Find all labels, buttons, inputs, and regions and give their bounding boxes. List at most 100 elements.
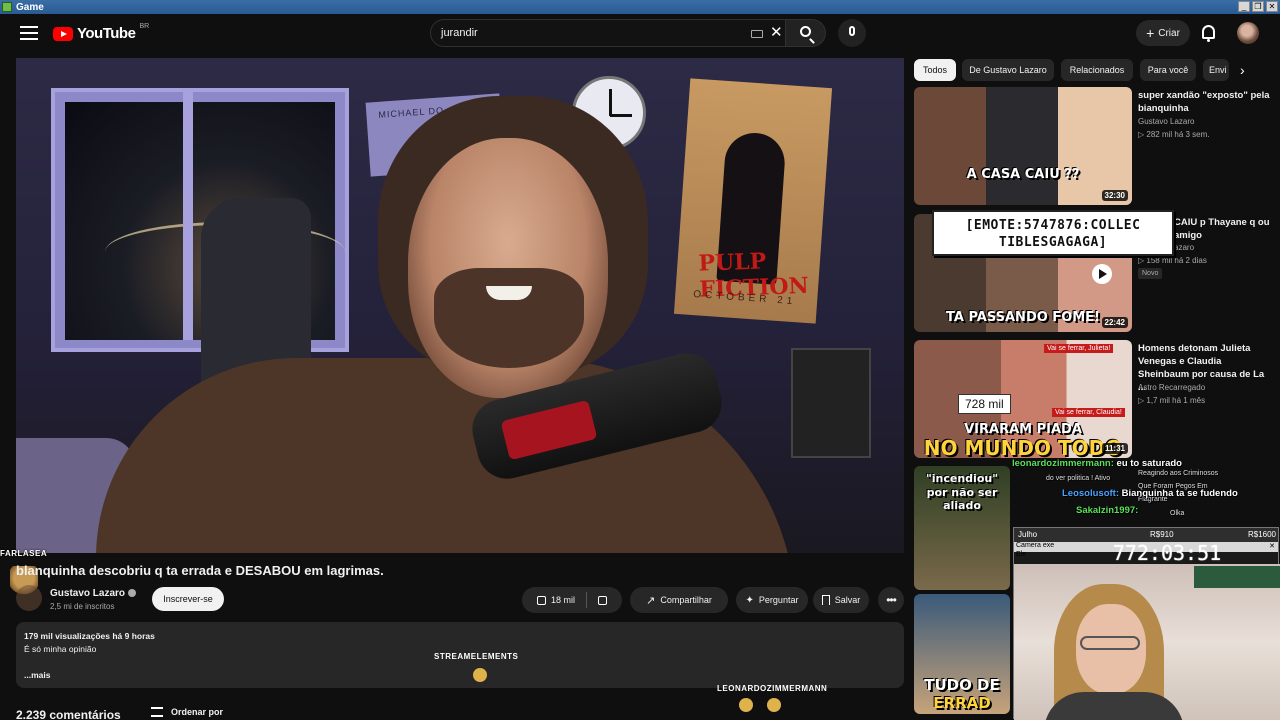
channel-avatar[interactable] — [16, 585, 42, 611]
search-button[interactable] — [786, 19, 826, 47]
like-icon[interactable] — [536, 595, 546, 605]
chat-message: do ver politica ! Ativo — [1046, 475, 1111, 482]
chat-message: Leosolusoft: Bianquinha ta se fudendo — [1062, 488, 1238, 499]
description-text: É só minha opinião — [24, 644, 97, 654]
create-label: Criar — [1158, 27, 1180, 39]
related-thumbnail[interactable]: TUDO DE ERRAD — [914, 594, 1010, 714]
microphone-icon — [849, 26, 855, 36]
streamer-smile — [486, 286, 532, 300]
bookmark-icon — [821, 595, 830, 605]
chip-for-you[interactable]: Para você — [1140, 59, 1196, 81]
youtube-header: YouTube BR jurandir ✕ + Criar — [0, 14, 1280, 54]
chick-emote-icon — [473, 668, 487, 682]
goal-value: R$910 — [1150, 530, 1174, 539]
play-icon — [1092, 264, 1112, 284]
close-window-button[interactable]: ✕ — [1266, 1, 1278, 12]
like-dislike-group: 18 mil — [522, 587, 622, 613]
webcam-overlay: Julho R$910 R$1600 Camera exe Ele ✕ 772:… — [1013, 527, 1280, 720]
dislike-icon[interactable] — [598, 595, 607, 605]
comment-count: 2.239 comentários — [16, 708, 121, 720]
chip-sent[interactable]: Envi — [1203, 59, 1229, 81]
save-button[interactable]: Salvar — [813, 587, 869, 613]
create-button[interactable]: + Criar — [1136, 20, 1190, 46]
os-window-title: Game — [16, 1, 44, 13]
sort-icon[interactable] — [151, 707, 163, 717]
related-video-meta: ▷ 282 mil há 3 sem. — [1138, 130, 1210, 139]
movie-poster: PULP FICTION OCTOBER 21 — [673, 78, 833, 324]
youtube-play-icon — [53, 26, 73, 41]
thumbnail-caption: A CASA CAIU ?? — [966, 167, 1080, 182]
webcam-feed — [1014, 564, 1280, 720]
goal-bar: Julho R$910 R$1600 — [1014, 528, 1278, 542]
video-player[interactable]: MICHAEL DO PULP FICTION OCTOBER 21 — [16, 58, 904, 553]
subscribe-button[interactable]: Inscrever-se — [152, 587, 224, 611]
ask-label: Perguntar — [758, 595, 799, 605]
video-title: blanquinha descobriu q ta errada e DESAB… — [16, 563, 384, 578]
youtube-logo-text: YouTube — [77, 25, 136, 42]
region-label: BR — [139, 23, 150, 30]
minimize-button[interactable]: _ — [1238, 1, 1250, 12]
views-badge: 728 mil — [958, 394, 1011, 414]
related-video-title[interactable]: super xandão "exposto" pela bianquinha — [1138, 89, 1274, 115]
video-duration: 22:42 — [1101, 317, 1128, 328]
goal-label: Julho — [1018, 530, 1038, 539]
glasses — [1080, 636, 1140, 650]
thumbnail-tag: Vai se ferrar, Claudia! — [1052, 408, 1125, 417]
description-more-link[interactable]: ...mais — [24, 670, 50, 680]
related-video-channel[interactable]: Astro Recarregado — [1138, 383, 1205, 392]
save-label: Salvar — [834, 595, 861, 605]
related-video-channel[interactable]: azaro — [1174, 243, 1194, 252]
search-icon — [800, 26, 811, 37]
chat-message: leonardozimmermann: eu to saturado — [1012, 458, 1182, 469]
stream-overlay-name: FARLASEA — [0, 549, 48, 558]
like-count[interactable]: 18 mil — [551, 595, 575, 605]
search-input[interactable]: jurandir ✕ — [430, 19, 786, 47]
sort-comments-button[interactable]: Ordenar por — [171, 707, 223, 717]
share-label: Compartilhar — [660, 595, 712, 605]
voice-search-button[interactable] — [838, 19, 866, 47]
chick-emote-icon — [767, 698, 781, 712]
channel-name[interactable]: Gustavo Lazaro — [50, 588, 137, 599]
account-avatar[interactable] — [1237, 22, 1259, 44]
related-thumbnail[interactable]: A CASA CAIU ?? 32:30 — [914, 87, 1132, 205]
hamburger-menu-icon[interactable] — [20, 25, 38, 41]
verified-icon — [128, 589, 137, 598]
chick-emote-icon — [739, 698, 753, 712]
camera-window-sub: Ele — [1016, 551, 1027, 558]
related-video-meta: ▷ 1,7 mil há 1 mês — [1138, 396, 1206, 405]
thumbnail-caption: NO MUNDO TODO — [923, 436, 1123, 458]
related-video-title[interactable]: CAIU p Thayane q ou amigo — [1174, 216, 1274, 242]
search-query[interactable]: jurandir — [441, 27, 478, 39]
maximize-button[interactable]: ❐ — [1252, 1, 1264, 12]
subscriber-count: 2,5 mi de inscritos — [50, 602, 115, 611]
video-duration: 32:30 — [1101, 190, 1128, 201]
streamelements-label: STREAMELEMENTS — [434, 652, 519, 661]
donor-label: LEONARDOZIMMERMANN — [717, 684, 828, 693]
chat-message: Olka — [1170, 510, 1185, 517]
chip-related[interactable]: Relacionados — [1061, 59, 1133, 81]
os-title-bar: Game _ ❐ ✕ — [0, 0, 1280, 14]
more-actions-button[interactable]: ••• — [878, 587, 904, 613]
thumbnail-caption: VIRARAM PIADA — [964, 422, 1082, 437]
thumbnail-caption: "incendiou" — [926, 472, 998, 485]
subathon-timer: 772:03:51 — [1112, 541, 1222, 565]
screen: Game _ ❐ ✕ YouTube BR jurandir ✕ + Criar — [0, 0, 1280, 720]
chip-all[interactable]: Todos — [914, 59, 956, 81]
keyboard-icon[interactable] — [751, 30, 763, 38]
thumbnail-caption: por não ser aliado — [926, 486, 998, 512]
related-thumbnail[interactable]: "incendiou" por não ser aliado — [914, 466, 1010, 590]
app-icon — [2, 2, 12, 12]
ask-button[interactable]: ✦ Perguntar — [736, 587, 808, 613]
window-controls: _ ❐ ✕ — [1238, 1, 1278, 12]
chevron-right-icon[interactable]: › — [1240, 62, 1245, 78]
notifications-bell-icon[interactable] — [1202, 25, 1215, 42]
thumbnail-caption: TUDO DE — [924, 676, 1000, 694]
new-badge: Novo — [1138, 268, 1163, 279]
youtube-logo[interactable]: YouTube BR — [53, 23, 150, 42]
share-button[interactable]: ↗ Compartilhar — [630, 587, 728, 613]
related-thumbnail[interactable]: 728 mil Vai se ferrar, Julieta! Vai se f… — [914, 340, 1132, 458]
chip-from-channel[interactable]: De Gustavo Lazaro — [962, 59, 1054, 81]
clear-search-icon[interactable]: ✕ — [770, 24, 783, 42]
related-video-channel[interactable]: Gustavo Lazaro — [1138, 117, 1194, 126]
thumbnail-tag: Vai se ferrar, Julieta! — [1044, 344, 1114, 353]
